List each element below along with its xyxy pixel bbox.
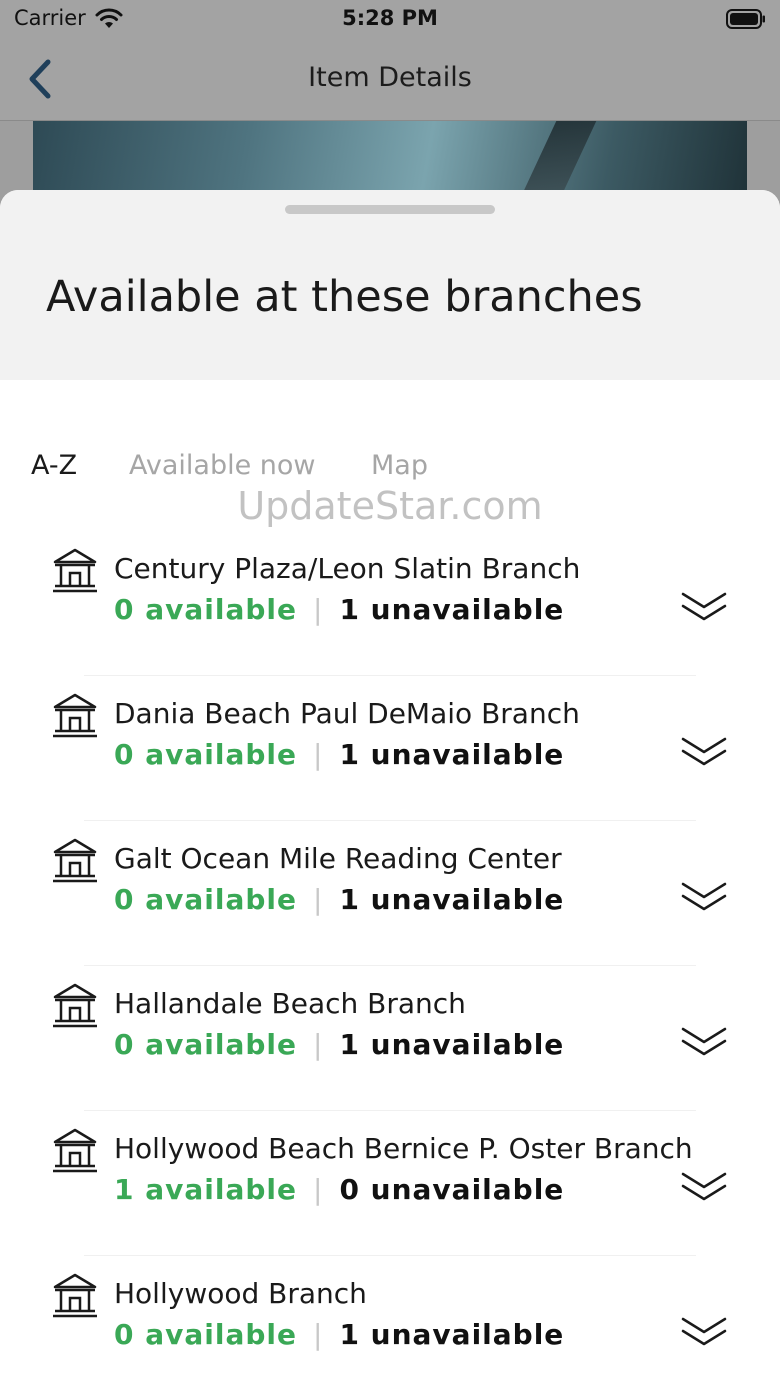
available-count: 0 available — [114, 883, 297, 916]
status-separator: | — [313, 593, 324, 626]
branch-name: Hallandale Beach Branch — [114, 987, 466, 1020]
status-separator: | — [313, 1318, 324, 1351]
library-building-icon — [53, 838, 97, 883]
status-time: 5:28 PM — [342, 6, 438, 30]
unavailable-count: 0 unavailable — [339, 1173, 565, 1206]
branch-row-1[interactable]: Century Plaza/Leon Slatin Branch 0 avail… — [0, 535, 780, 680]
tab-available-now[interactable]: Available now — [129, 450, 316, 481]
library-building-icon — [53, 1273, 97, 1318]
branch-name: Hollywood Branch — [114, 1277, 367, 1310]
status-bar: Carrier 5:28 PM — [0, 0, 780, 40]
available-count: 0 available — [114, 738, 297, 771]
library-building-icon — [53, 1128, 97, 1173]
library-building-icon — [53, 548, 97, 593]
status-separator: | — [313, 738, 324, 771]
branch-row-5[interactable]: Hollywood Beach Bernice P. Oster Branch … — [0, 1115, 780, 1260]
row-divider — [84, 965, 696, 966]
branch-row-2[interactable]: Dania Beach Paul DeMaio Branch 0 availab… — [0, 680, 780, 825]
sheet-header: Available at these branches — [0, 190, 780, 380]
branch-availability: 1 available | 0 unavailable — [114, 1173, 564, 1206]
row-divider — [84, 1255, 696, 1256]
status-separator: | — [313, 883, 324, 916]
available-count: 0 available — [114, 1028, 297, 1061]
library-building-icon — [53, 983, 97, 1028]
tab-a-z[interactable]: A-Z — [31, 450, 77, 481]
status-separator: | — [313, 1173, 324, 1206]
status-separator: | — [313, 1028, 324, 1061]
expand-double-chevron-icon[interactable] — [681, 880, 727, 916]
unavailable-count: 1 unavailable — [339, 738, 565, 771]
battery-icon — [726, 9, 765, 29]
sheet-title: Available at these branches — [46, 272, 643, 322]
branch-availability: 0 available | 1 unavailable — [114, 738, 564, 771]
branch-row-3[interactable]: Galt Ocean Mile Reading Center 0 availab… — [0, 825, 780, 970]
expand-double-chevron-icon[interactable] — [681, 735, 727, 771]
branch-availability: 0 available | 1 unavailable — [114, 1028, 564, 1061]
row-divider — [84, 675, 696, 676]
available-count: 0 available — [114, 593, 297, 626]
sheet-grabber-handle[interactable] — [285, 205, 495, 214]
library-building-icon — [53, 693, 97, 738]
expand-double-chevron-icon[interactable] — [681, 1170, 727, 1206]
branch-name: Dania Beach Paul DeMaio Branch — [114, 697, 580, 730]
expand-double-chevron-icon[interactable] — [681, 1315, 727, 1351]
unavailable-count: 1 unavailable — [339, 1028, 565, 1061]
expand-double-chevron-icon[interactable] — [681, 1025, 727, 1061]
branch-row-6[interactable]: Hollywood Branch 0 available | 1 unavailab… — [0, 1260, 780, 1387]
unavailable-count: 1 unavailable — [339, 1318, 565, 1351]
unavailable-count: 1 unavailable — [339, 883, 565, 916]
navigation-bar: Item Details — [0, 40, 780, 121]
branch-name: Galt Ocean Mile Reading Center — [114, 842, 562, 875]
branch-row-4[interactable]: Hallandale Beach Branch 0 available | 1 un… — [0, 970, 780, 1115]
row-divider — [84, 1110, 696, 1111]
available-count: 0 available — [114, 1318, 297, 1351]
branch-name: Century Plaza/Leon Slatin Branch — [114, 552, 581, 585]
branch-availability: 0 available | 1 unavailable — [114, 883, 564, 916]
unavailable-count: 1 unavailable — [339, 593, 565, 626]
tab-map[interactable]: Map — [371, 450, 428, 481]
branches-sheet: Available at these branches A-Z Availabl… — [0, 190, 780, 1387]
branch-name: Hollywood Beach Bernice P. Oster Branch — [114, 1132, 693, 1165]
branch-availability: 0 available | 1 unavailable — [114, 593, 564, 626]
nav-title: Item Details — [308, 62, 472, 93]
expand-double-chevron-icon[interactable] — [681, 590, 727, 626]
row-divider — [84, 820, 696, 821]
available-count: 1 available — [114, 1173, 297, 1206]
branch-availability: 0 available | 1 unavailable — [114, 1318, 564, 1351]
